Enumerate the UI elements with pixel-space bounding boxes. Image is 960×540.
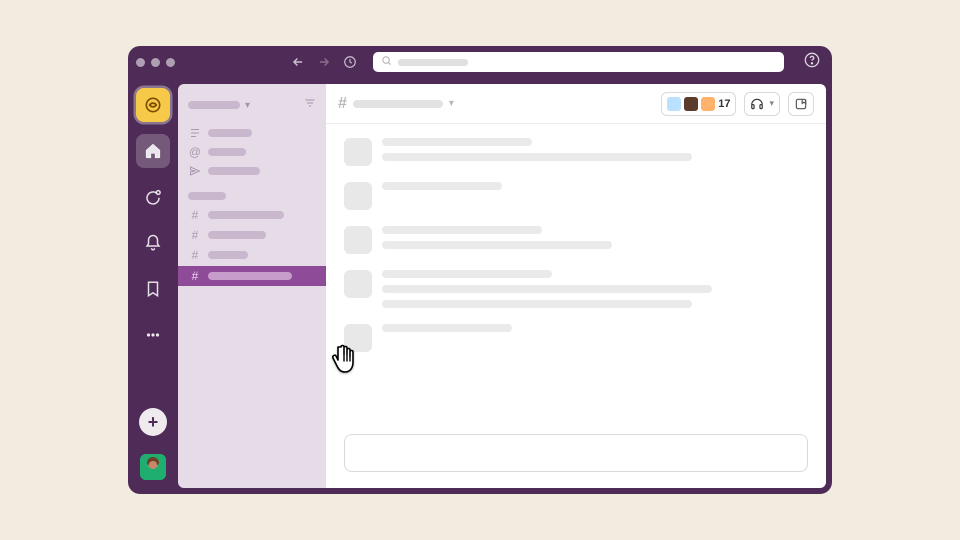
message-text [382,241,612,249]
message-item [344,226,808,254]
workspace-name[interactable] [188,101,240,109]
member-avatar [684,97,698,111]
message-text [382,300,692,308]
message-text [382,226,542,234]
window-controls[interactable] [136,58,175,67]
mentions-icon: @ [188,145,202,159]
huddle-button[interactable]: ▾ [744,92,780,116]
channels-section-label[interactable] [188,192,226,200]
hash-icon [188,208,202,222]
search-placeholder [398,59,468,66]
sidebar-item-label [208,211,284,219]
hash-icon [188,248,202,262]
channel-sidebar: ▾ @ [178,84,326,488]
message-text [382,324,512,332]
channel-name [353,100,443,108]
sidebar-item-label [208,167,260,175]
message-text [382,138,532,146]
home-icon[interactable] [136,134,170,168]
notifications-icon[interactable] [136,226,170,260]
back-icon[interactable] [291,55,305,69]
channel-name-button[interactable]: # ▾ [338,95,454,113]
drafts-icon [188,165,202,177]
message-text [382,285,712,293]
sidebar-item-label [208,251,248,259]
add-workspace-button[interactable]: + [139,408,167,436]
user-avatar[interactable] [140,454,166,480]
chevron-down-icon: ▾ [245,100,250,111]
workspace-rail: + [128,78,178,494]
member-avatar [701,97,715,111]
maximize-icon[interactable] [166,58,175,67]
hash-icon: # [338,95,347,113]
sidebar-channel-item[interactable] [178,245,326,265]
titlebar [128,46,832,78]
message-avatar [344,226,372,254]
message-avatar [344,324,372,352]
message-composer[interactable] [344,434,808,472]
member-avatar [667,97,681,111]
sidebar-nav-item[interactable]: @ [178,142,326,162]
sidebar-item-label [208,231,266,239]
message-item [344,324,808,352]
hash-icon [188,269,202,283]
sidebar-channel-item[interactable] [178,225,326,245]
sidebar-item-label [208,272,292,280]
canvas-button[interactable] [788,92,814,116]
chevron-down-icon: ▾ [769,98,774,109]
main-content: # ▾ 17 ▾ [326,84,826,488]
message-text [382,153,692,161]
message-item [344,182,808,210]
threads-icon [188,127,202,139]
help-icon[interactable] [804,52,820,73]
app-window: + ▾ @ # [128,46,832,494]
message-list [326,124,826,428]
message-item [344,270,808,308]
history-icon[interactable] [343,55,357,69]
sidebar-nav-item[interactable] [178,162,326,180]
message-avatar [344,138,372,166]
search-input[interactable] [373,52,784,72]
sidebar-channel-item[interactable] [178,205,326,225]
channel-members-button[interactable]: 17 [661,92,736,116]
channel-header: # ▾ 17 ▾ [326,84,826,124]
sidebar-nav-item[interactable] [178,124,326,142]
sidebar-item-label [208,148,246,156]
close-icon[interactable] [136,58,145,67]
message-avatar [344,182,372,210]
message-text [382,182,502,190]
message-text [382,270,552,278]
member-count: 17 [718,98,730,110]
message-item [344,138,808,166]
minimize-icon[interactable] [151,58,160,67]
bookmark-icon[interactable] [136,272,170,306]
chevron-down-icon: ▾ [449,98,454,109]
workspace-switcher[interactable] [136,88,170,122]
sidebar-item-label [208,129,252,137]
hash-icon [188,228,202,242]
more-icon[interactable] [136,318,170,352]
filter-icon[interactable] [304,96,316,114]
search-icon [381,53,392,71]
sidebar-channel-item[interactable] [178,266,326,286]
message-avatar [344,270,372,298]
dm-icon[interactable] [136,180,170,214]
forward-icon[interactable] [317,55,331,69]
